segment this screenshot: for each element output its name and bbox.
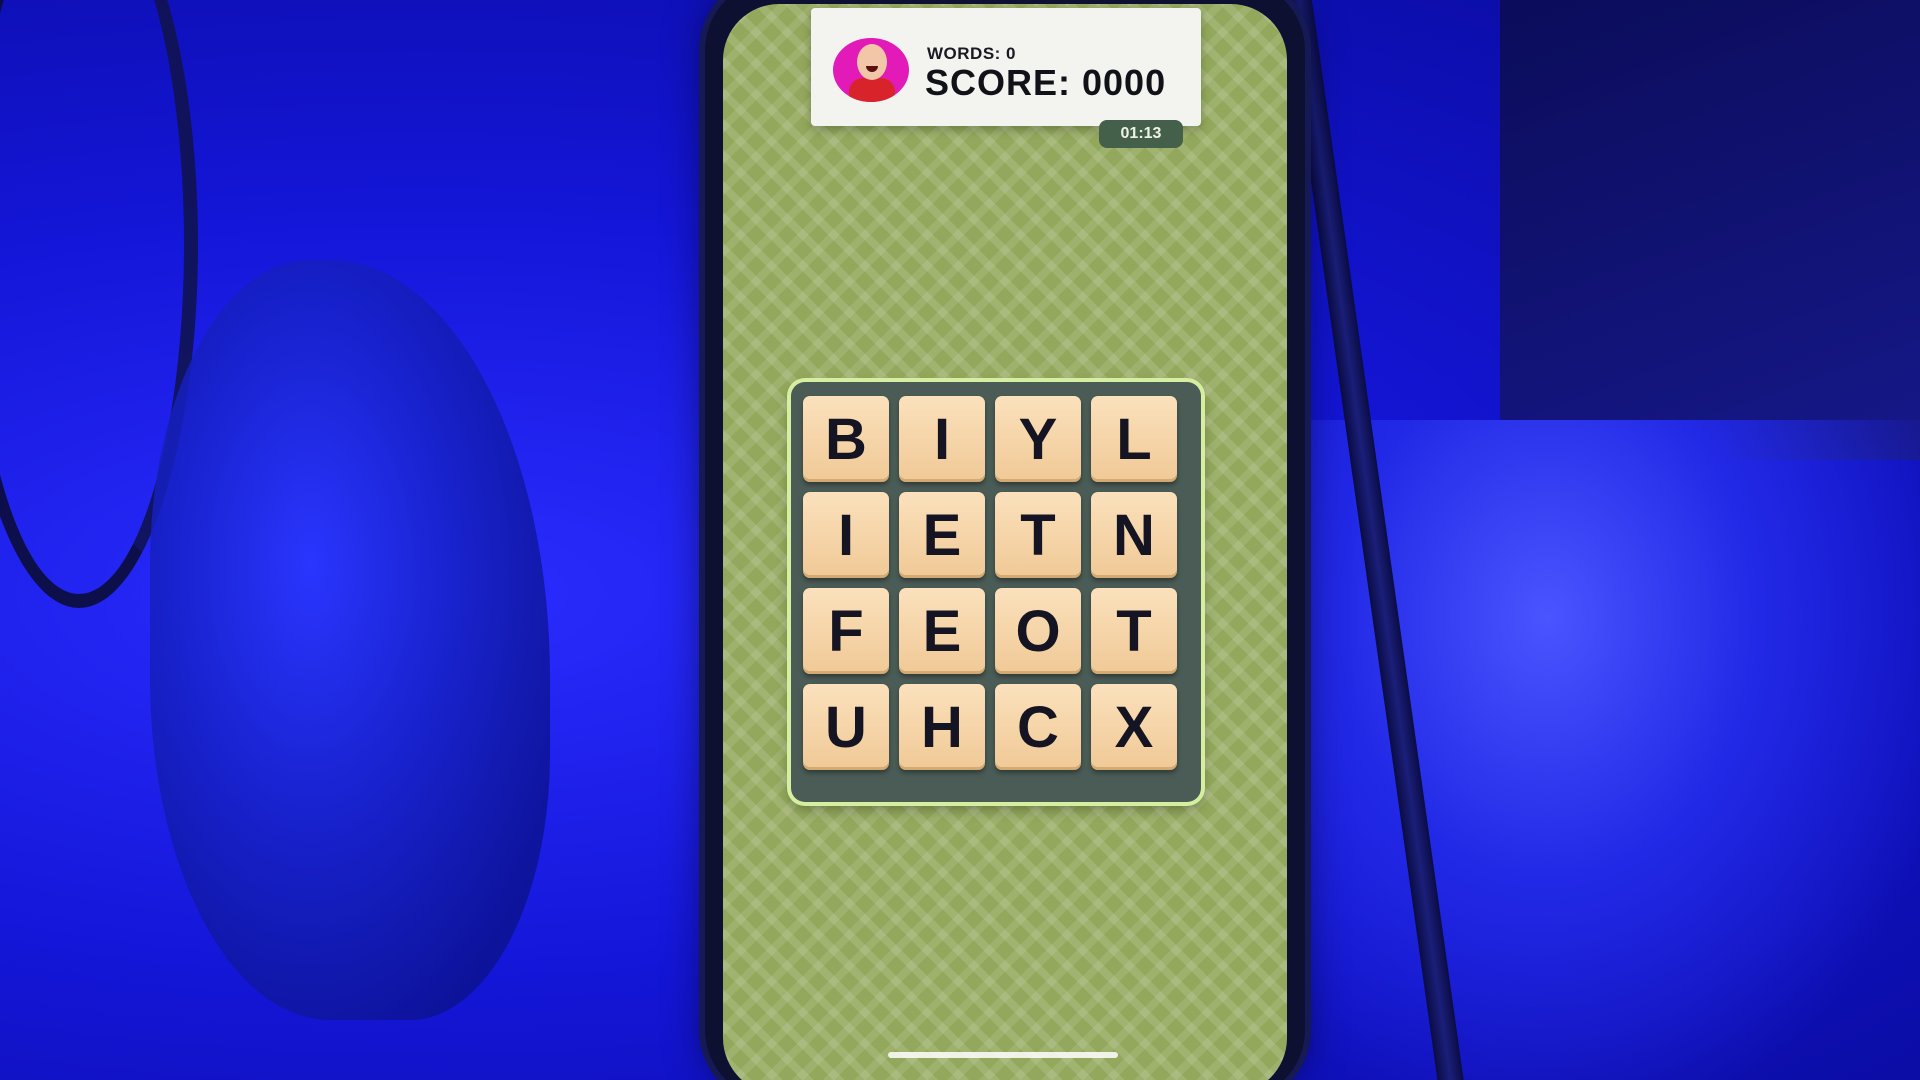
letter-tile[interactable]: E xyxy=(899,492,985,578)
letter-tile[interactable]: U xyxy=(803,684,889,770)
letter-board: B I Y L I E T N F E O T U H C X xyxy=(791,382,1201,802)
letter-tile[interactable]: X xyxy=(1091,684,1177,770)
letter-grid: B I Y L I E T N F E O T U H C X xyxy=(803,396,1177,770)
letter-tile[interactable]: L xyxy=(1091,396,1177,482)
letter-tile[interactable]: Y xyxy=(995,396,1081,482)
phone-device: WORDS: 0 SCORE: 0000 01:13 B I Y L I E T… xyxy=(705,0,1305,1080)
letter-tile[interactable]: F xyxy=(803,588,889,674)
letter-tile[interactable]: I xyxy=(899,396,985,482)
letter-tile[interactable]: O xyxy=(995,588,1081,674)
background-box xyxy=(1500,0,1920,460)
home-indicator[interactable] xyxy=(888,1052,1118,1058)
player-avatar[interactable] xyxy=(833,38,909,102)
letter-tile[interactable]: T xyxy=(995,492,1081,578)
letter-tile[interactable]: B xyxy=(803,396,889,482)
countdown-timer: 01:13 xyxy=(1099,120,1183,148)
letter-tile[interactable]: E xyxy=(899,588,985,674)
letter-tile[interactable]: C xyxy=(995,684,1081,770)
avatar-head xyxy=(857,44,887,80)
photo-scene: WORDS: 0 SCORE: 0000 01:13 B I Y L I E T… xyxy=(0,0,1920,1080)
letter-tile[interactable]: H xyxy=(899,684,985,770)
letter-tile[interactable]: I xyxy=(803,492,889,578)
letter-tile[interactable]: N xyxy=(1091,492,1177,578)
letter-tile[interactable]: T xyxy=(1091,588,1177,674)
game-screen: WORDS: 0 SCORE: 0000 01:13 B I Y L I E T… xyxy=(723,4,1287,1080)
avatar-body xyxy=(849,78,895,102)
score-value: SCORE: 0000 xyxy=(925,62,1167,103)
background-plastic-bag xyxy=(150,260,550,1020)
score-card: WORDS: 0 SCORE: 0000 xyxy=(811,8,1201,126)
words-count: WORDS: 0 xyxy=(927,44,1016,63)
